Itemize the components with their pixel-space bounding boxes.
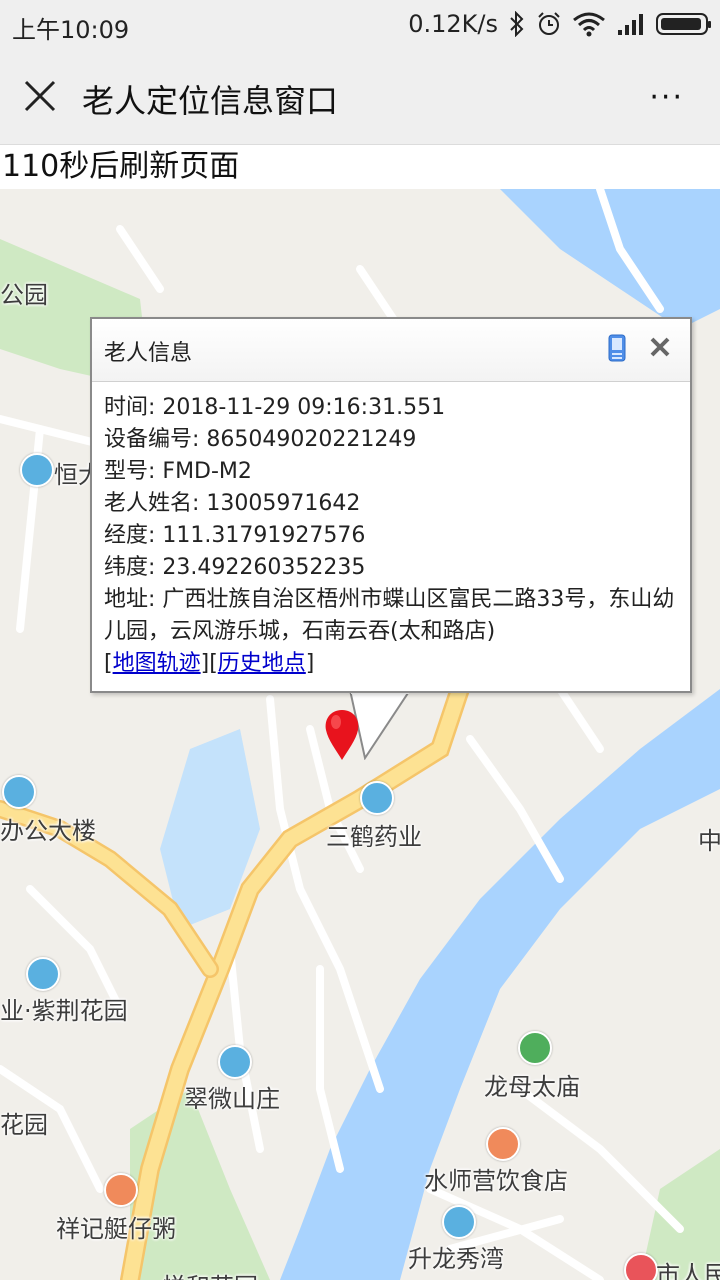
refresh-countdown: 110秒后刷新页面 <box>0 145 720 189</box>
info-address-value: 广西壮族自治区梧州市蝶山区富民二路33号，东山幼儿园，云风游乐城，石南云吞(太和… <box>104 587 675 644</box>
page-title: 老人定位信息窗口 <box>82 82 339 120</box>
poi-shenglong[interactable]: 升龙秀湾 <box>408 1239 504 1274</box>
alarm-icon <box>538 12 560 35</box>
poi-icon-residence <box>442 1205 476 1239</box>
elder-info-popup: 老人信息 时间: 2018-11-29 09:16:31.551 设备编号: 8… <box>90 317 692 693</box>
poi-icon-office <box>2 775 36 809</box>
poi-shuishi[interactable]: 水师营饮食店 <box>424 1161 568 1196</box>
phone-icon[interactable] <box>608 334 626 362</box>
info-name-value: 13005971642 <box>206 491 361 516</box>
info-row-time: 时间: 2018-11-29 09:16:31.551 <box>104 395 446 420</box>
info-row-longitude: 经度: 111.31791927576 <box>104 523 366 548</box>
poi-cuiwei[interactable]: 翠微山庄 <box>184 1079 280 1114</box>
poi-zijing[interactable]: 业·紫荆花园 <box>0 991 128 1026</box>
info-longitude-value: 111.31791927576 <box>162 523 366 548</box>
poi-office[interactable]: 办公大楼 <box>0 811 96 846</box>
status-icons: 0.12K/s <box>408 10 711 38</box>
location-marker-icon[interactable] <box>320 706 364 762</box>
poi-icon-temple <box>518 1031 552 1065</box>
popup-body: 时间: 2018-11-29 09:16:31.551 设备编号: 865049… <box>92 382 690 680</box>
more-menu-button[interactable]: ··· <box>649 80 684 115</box>
network-speed: 0.12K/s <box>408 10 498 38</box>
poi-park-top[interactable]: 公园 <box>0 275 48 310</box>
poi-icon-building <box>20 453 54 487</box>
poi-longmu[interactable]: 龙母太庙 <box>484 1067 580 1102</box>
info-device-value: 865049020221249 <box>206 427 417 452</box>
info-links: [地图轨迹][历史地点] <box>104 651 315 676</box>
popup-title: 老人信息 <box>104 341 193 366</box>
poi-icon-food <box>104 1173 138 1207</box>
poi-flower-garden[interactable]: 花园 <box>0 1105 48 1140</box>
poi-xiangji[interactable]: 祥记艇仔粥 <box>56 1209 176 1244</box>
info-model-value: FMD-M2 <box>162 459 252 484</box>
wifi-icon <box>573 12 605 37</box>
close-icon[interactable] <box>22 78 58 114</box>
status-time: 上午10:09 <box>12 16 130 44</box>
battery-icon <box>656 13 711 35</box>
history-locations-link[interactable]: 历史地点 <box>218 651 306 676</box>
bluetooth-icon <box>510 11 524 37</box>
signal-icon <box>618 14 643 35</box>
info-latitude-value: 23.492260352235 <box>162 555 366 580</box>
info-row-address: 地址: 广西壮族自治区梧州市蝶山区富民二路33号，东山幼儿园，云风游乐城，石南云… <box>104 587 675 644</box>
poi-icon-residence <box>218 1045 252 1079</box>
info-time-value: 2018-11-29 09:16:31.551 <box>162 395 446 420</box>
map-track-link[interactable]: 地图轨迹 <box>113 651 201 676</box>
popup-header: 老人信息 <box>92 319 690 382</box>
poi-shiren[interactable]: 市人民 <box>656 1255 720 1280</box>
info-row-model: 型号: FMD-M2 <box>104 459 252 484</box>
poi-icon-food <box>486 1127 520 1161</box>
status-bar: 上午10:09 0.12K/s <box>0 0 720 50</box>
info-row-latitude: 纬度: 23.492260352235 <box>104 555 366 580</box>
info-row-name: 老人姓名: 13005971642 <box>104 491 361 516</box>
title-bar: 老人定位信息窗口 ··· <box>0 50 720 145</box>
poi-sanhe[interactable]: 三鹤药业 <box>326 817 422 852</box>
info-row-device: 设备编号: 865049020221249 <box>104 427 417 452</box>
poi-zhong[interactable]: 中 <box>698 821 720 856</box>
poi-yuehe[interactable]: 悦和花园 <box>162 1267 258 1280</box>
poi-icon-hospital <box>624 1253 658 1280</box>
poi-icon-pharma <box>360 781 394 815</box>
poi-icon-residence <box>26 957 60 991</box>
popup-close-icon[interactable] <box>648 335 672 359</box>
